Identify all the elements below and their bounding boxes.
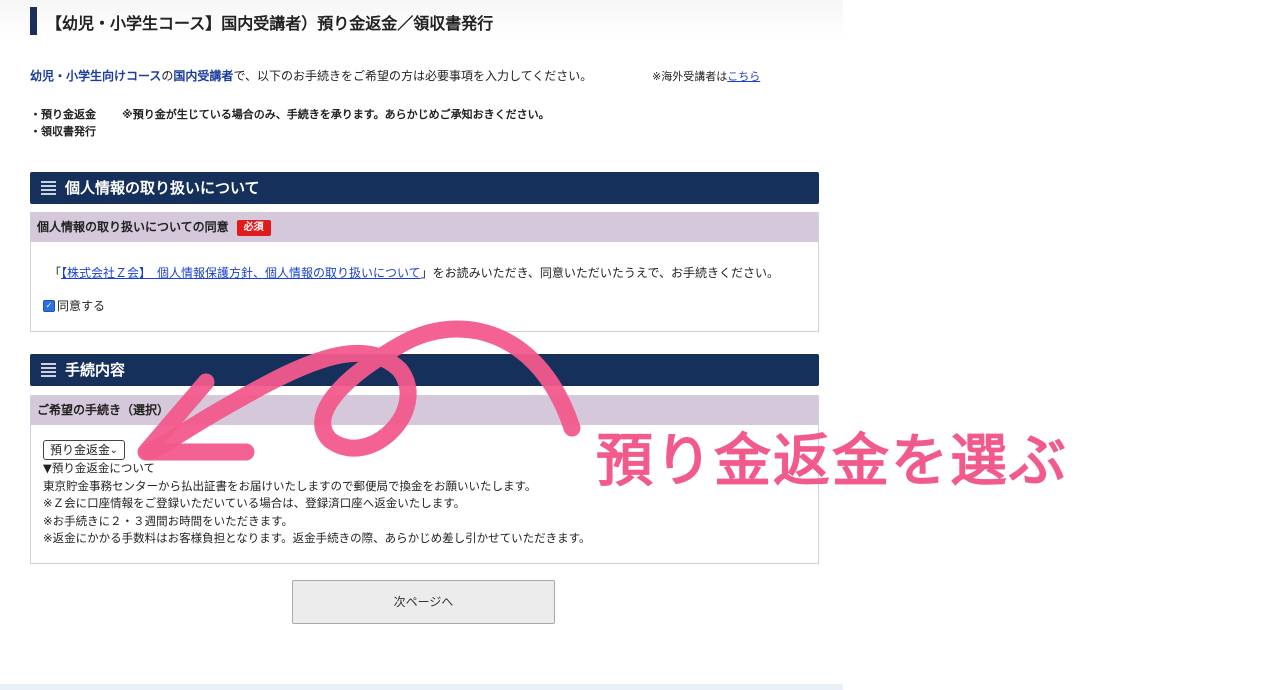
intro-rest: で、以下のお手続きをご希望の方は必要事項を入力してください。: [233, 69, 593, 83]
privacy-panel: 個人情報の取り扱いについての同意 必須 「【株式会社Ｚ会】 個人情報保護方針、個人…: [30, 212, 819, 332]
privacy-open-bracket: 「: [49, 266, 62, 280]
privacy-section-title: 個人情報の取り扱いについて: [65, 179, 260, 197]
bullet-refund-note: ※預り金が生じている場合のみ、手続きを承ります。あらかじめご承知おきください。: [122, 108, 550, 121]
list-icon: [41, 363, 56, 377]
annotation-text: 預り金返金を選ぶ: [596, 428, 1068, 494]
overseas-prefix: ※海外受講者は: [652, 70, 728, 83]
title-bar: 【幼児・小学生コース】国内受講者）預り金返金／領収書発行: [0, 0, 843, 40]
overseas-link[interactable]: こちら: [727, 70, 760, 83]
bottom-strip: [0, 684, 843, 690]
privacy-policy-link[interactable]: 【株式会社Ｚ会】 個人情報保護方針、個人情報の取り扱いについて: [61, 266, 421, 280]
procedure-description: ▼預り金返金について 東京貯金事務センターから払出証書をお届けいたしますので郵便…: [43, 460, 591, 548]
page-title: 【幼児・小学生コース】国内受講者）預り金返金／領収書発行: [46, 14, 494, 33]
intro-no: の: [161, 69, 174, 83]
procedure-bullets: ・預り金返金 ※預り金が生じている場合のみ、手続きを承ります。あらかじめご承知おき…: [30, 106, 550, 140]
desc-line: 東京貯金事務センターから払出証書をお届けいたしますので郵便局で換金をお願いいたし…: [43, 478, 537, 493]
agree-label: 同意する: [57, 299, 106, 313]
chevron-down-icon: ⌄: [109, 445, 118, 456]
procedure-panel-header: ご希望の手続き（選択）: [31, 396, 818, 425]
procedure-section-title: 手続内容: [65, 361, 126, 379]
overseas-note: ※海外受講者はこちら: [652, 68, 760, 84]
bullet-receipt: ・領収書発行: [30, 125, 96, 138]
intro-text: 幼児・小学生向けコースの国内受講者で、以下のお手続きをご希望の方は必要事項を入力…: [30, 67, 592, 84]
next-page-button[interactable]: 次ページへ: [292, 580, 555, 624]
title-accent-bar: [30, 7, 37, 35]
intro-domestic: 国内受講者: [173, 69, 234, 83]
agree-checkbox[interactable]: ✓: [43, 299, 55, 312]
procedure-section-header: 手続内容: [30, 354, 819, 386]
desc-line: ※返金にかかる手数料はお客様負担となります。返金手続きの際、あらかじめ差し引かせ…: [43, 531, 591, 545]
bullet-refund-row: ・預り金返金 ※預り金が生じている場合のみ、手続きを承ります。あらかじめご承知おき…: [30, 106, 550, 123]
intro-course: 幼児・小学生向けコース: [30, 69, 162, 83]
desc-title: ▼預り金返金について: [43, 461, 155, 475]
privacy-panel-label: 個人情報の取り扱いについての同意: [37, 220, 229, 234]
list-icon: [41, 181, 56, 195]
procedure-panel-label: ご希望の手続き（選択）: [37, 403, 170, 417]
privacy-panel-header: 個人情報の取り扱いについての同意 必須: [31, 213, 818, 242]
required-badge: 必須: [236, 219, 271, 236]
procedure-select[interactable]: 預り金返金 ⌄: [43, 440, 125, 460]
privacy-close-text: 」をお読みいただき、同意いただいたうえで、お手続きください。: [420, 266, 779, 280]
procedure-select-value: 預り金返金: [50, 443, 111, 457]
agree-checkbox-row[interactable]: ✓ 同意する: [43, 297, 105, 314]
bullet-refund: ・預り金返金: [30, 108, 96, 121]
privacy-statement: 「【株式会社Ｚ会】 個人情報保護方針、個人情報の取り扱いについて」をお読みいただ…: [49, 264, 779, 281]
desc-line: ※Ｚ会に口座情報をご登録いただいている場合は、登録済口座へ返金いたします。: [43, 496, 466, 510]
privacy-section-header: 個人情報の取り扱いについて: [30, 172, 819, 204]
desc-line: ※お手続きに２・３週間お時間をいただきます。: [43, 513, 293, 528]
page: 【幼児・小学生コース】国内受講者）預り金返金／領収書発行 幼児・小学生向けコース…: [0, 0, 843, 690]
